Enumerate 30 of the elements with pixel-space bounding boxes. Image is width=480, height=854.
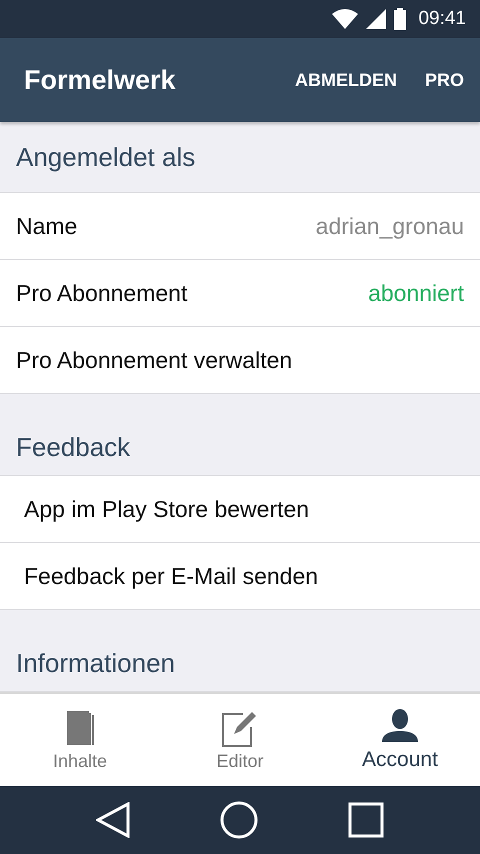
section-title: Feedback: [16, 432, 130, 463]
back-icon[interactable]: [96, 802, 130, 838]
nav-tab[interactable]: Inhalte: [0, 694, 160, 786]
section-title: Angemeldet als: [16, 142, 196, 172]
home-icon[interactable]: [220, 801, 258, 839]
section-title: Informationen: [16, 648, 175, 679]
battery-icon: [394, 8, 406, 30]
row-value: adrian_gronau: [316, 212, 464, 240]
settings-row[interactable]: Name adrian_gronau: [0, 193, 480, 260]
app-title: Formelwerk: [24, 64, 177, 96]
nav-tab[interactable]: Account: [320, 694, 480, 786]
settings-row[interactable]: App im Play Store bewerten: [0, 476, 480, 543]
row-label: Feedback per E-Mail senden: [24, 562, 318, 590]
recents-icon[interactable]: [348, 802, 384, 838]
settings-row[interactable]: Feedback per E-Mail senden: [0, 543, 480, 610]
app-bar-action[interactable]: PRO: [424, 64, 464, 96]
row-label: Name: [16, 212, 78, 240]
wifi-icon: [332, 9, 358, 29]
person-icon: [381, 708, 419, 742]
app-bar-action[interactable]: ABMELDEN: [294, 64, 397, 96]
row-value: abonniert: [368, 280, 464, 306]
signal-icon: [366, 9, 386, 29]
row-label: Pro Abonnement verwalten: [16, 346, 292, 374]
row-label: Pro Abonnement: [16, 280, 188, 306]
row-label: App im Play Store bewerten: [24, 496, 310, 522]
settings-row[interactable]: Pro Abonnement verwalten: [0, 327, 480, 394]
settings-row[interactable]: Pro Abonnement abonniert: [0, 260, 480, 327]
book-icon: [65, 708, 95, 746]
status-time: 09:41: [418, 8, 466, 30]
nav-tab[interactable]: Editor: [160, 694, 320, 786]
